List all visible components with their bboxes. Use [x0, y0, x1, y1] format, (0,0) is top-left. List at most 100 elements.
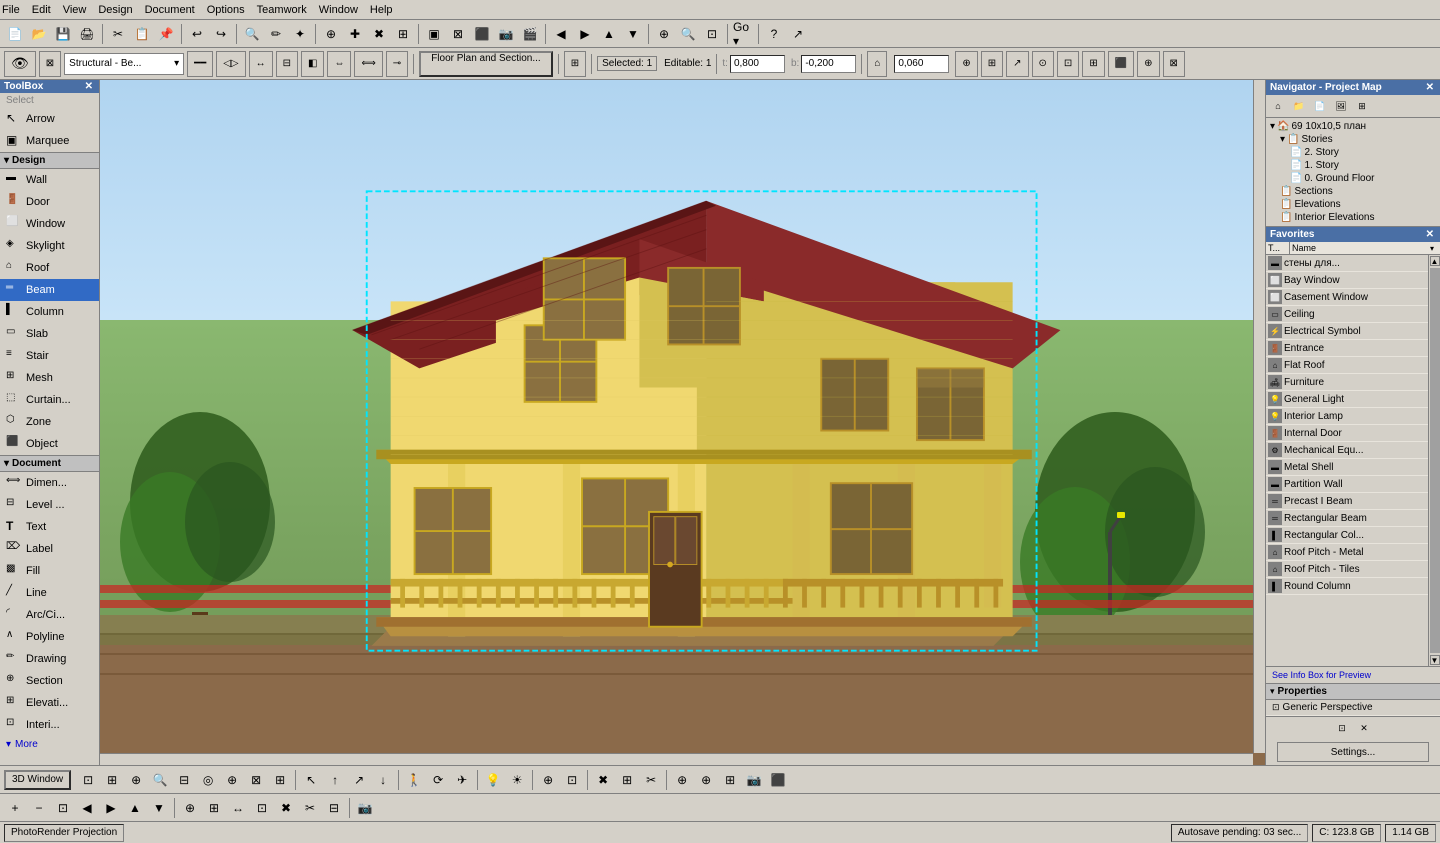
render-button[interactable]: 🎬 — [519, 23, 541, 45]
nav-elevations[interactable]: 📋 Elevations — [1278, 198, 1438, 211]
fav-item-15[interactable]: ═Rectangular Beam — [1266, 510, 1428, 527]
pan-right-btn[interactable]: ▶ — [100, 797, 122, 819]
menu-document[interactable]: Document — [145, 4, 195, 16]
pan-up-btn[interactable]: ▲ — [124, 797, 146, 819]
home-btn[interactable]: ⌂ — [867, 51, 887, 77]
cut-button[interactable]: ✂ — [107, 23, 129, 45]
bbot-5[interactable]: ⊟ — [173, 769, 195, 791]
cut-plane-btn[interactable]: ⊟ — [276, 51, 298, 77]
scroll-up-arrow[interactable]: ▲ — [1430, 256, 1440, 266]
view2-button[interactable]: ⊠ — [447, 23, 469, 45]
tool-section[interactable]: ⊕ Section — [0, 670, 99, 692]
menu-view[interactable]: View — [63, 4, 87, 16]
fav-item-7[interactable]: 🛋Furniture — [1266, 374, 1428, 391]
fav-item-8[interactable]: 💡General Light — [1266, 391, 1428, 408]
menu-options[interactable]: Options — [207, 4, 245, 16]
tool-polyline[interactable]: ∧ Polyline — [0, 626, 99, 648]
tool-fill[interactable]: ▩ Fill — [0, 560, 99, 582]
settings-button[interactable]: Settings... — [1277, 742, 1428, 762]
tool-roof[interactable]: ⌂ Roof — [0, 257, 99, 279]
fav-item-4[interactable]: ⚡Electrical Symbol — [1266, 323, 1428, 340]
menu-design[interactable]: Design — [98, 4, 132, 16]
b2-8[interactable]: 📷 — [354, 797, 376, 819]
prop-collapse-btn[interactable]: ▾ — [1270, 686, 1275, 697]
zoom2-button[interactable]: 🔍 — [677, 23, 699, 45]
viewport-vscroll[interactable] — [1253, 80, 1265, 753]
prop-btn-close[interactable]: ✕ — [1354, 719, 1374, 737]
menu-window[interactable]: Window — [319, 4, 358, 16]
view1-button[interactable]: ▣ — [423, 23, 445, 45]
3d-viewport[interactable] — [100, 80, 1265, 765]
favorites-close[interactable]: ✕ — [1424, 229, 1436, 240]
bbot-cut1[interactable]: ✖ — [592, 769, 614, 791]
bbot-3[interactable]: ⊕ — [125, 769, 147, 791]
fav-item-1[interactable]: ⬜Bay Window — [1266, 272, 1428, 289]
nav-home-btn[interactable]: ⌂ — [1268, 97, 1288, 115]
view-settings-btn[interactable]: ⊞ — [564, 51, 586, 77]
nav1-button[interactable]: ◀ — [550, 23, 572, 45]
menu-help[interactable]: Help — [370, 4, 393, 16]
bbot-1[interactable]: ⊡ — [77, 769, 99, 791]
tool-mesh[interactable]: ⊞ Mesh — [0, 367, 99, 389]
fav-item-2[interactable]: ⬜Casement Window — [1266, 289, 1428, 306]
tool-wall[interactable]: ▬ Wall — [0, 169, 99, 191]
nav-root[interactable]: ▾ 🏠 69 10х10,5 план — [1268, 120, 1438, 133]
pen-button[interactable]: ✏ — [265, 23, 287, 45]
nav-story2[interactable]: 📄 2. Story — [1288, 146, 1438, 159]
prop-btn-1[interactable]: ⊡ — [1332, 719, 1352, 737]
goto-button[interactable]: Go ▾ — [732, 23, 754, 45]
pan-down-btn[interactable]: ▼ — [148, 797, 170, 819]
zoom-in-btn[interactable]: + — [4, 797, 26, 819]
bbot-s2[interactable]: ⊕ — [695, 769, 717, 791]
bbot-cut3[interactable]: ✂ — [640, 769, 662, 791]
nav-btn-7[interactable]: ⊕ — [1137, 51, 1159, 77]
fav-item-13[interactable]: ▬Partition Wall — [1266, 476, 1428, 493]
menu-teamwork[interactable]: Teamwork — [257, 4, 307, 16]
view3-button[interactable]: ⬛ — [471, 23, 493, 45]
structural-dropdown[interactable]: Structural - Be... ▾ — [64, 53, 184, 75]
nav-btn-4[interactable]: ⊡ — [1057, 51, 1079, 77]
3d-window-btn[interactable]: 3D Window — [4, 770, 71, 790]
b2-1[interactable]: ⊕ — [179, 797, 201, 819]
bbot-cut2[interactable]: ⊞ — [616, 769, 638, 791]
modify1-button[interactable]: ⊕ — [320, 23, 342, 45]
tool-text[interactable]: T Text — [0, 516, 99, 538]
tool-zone[interactable]: ⬡ Zone — [0, 411, 99, 433]
transform-btn[interactable]: ↔ — [249, 51, 273, 77]
dim-btn[interactable]: ⟺ — [354, 51, 382, 77]
zoom3-button[interactable]: ⊡ — [701, 23, 723, 45]
b2-2[interactable]: ⊞ — [203, 797, 225, 819]
nav-btn-6[interactable]: ⬛ — [1108, 51, 1134, 77]
extra-coord-value[interactable]: 0,060 — [894, 55, 949, 73]
help-icon-button[interactable]: ? — [763, 23, 785, 45]
fav-item-11[interactable]: ⚙Mechanical Equ... — [1266, 442, 1428, 459]
zoom-out-btn[interactable]: − — [28, 797, 50, 819]
magic-button[interactable]: ✦ — [289, 23, 311, 45]
ref-btn[interactable]: ⊸ — [386, 51, 408, 77]
tool-dimen[interactable]: ⟺ Dimen... — [0, 472, 99, 494]
tool-stair[interactable]: ≡ Stair — [0, 345, 99, 367]
tool-arc[interactable]: ◜ Arc/Ci... — [0, 604, 99, 626]
tool-interi[interactable]: ⊡ Interi... — [0, 714, 99, 736]
nav-btn-5[interactable]: ⊞ — [1082, 51, 1104, 77]
pen-style-btn[interactable]: ━━ — [187, 51, 213, 77]
bbot-2[interactable]: ⊞ — [101, 769, 123, 791]
tool-column[interactable]: ▌ Column — [0, 301, 99, 323]
scroll-down-arrow[interactable]: ▼ — [1430, 655, 1440, 665]
bbot-11[interactable]: ↑ — [324, 769, 346, 791]
structural-view-icon[interactable]: 👁 — [4, 51, 36, 77]
fav-item-5[interactable]: 🚪Entrance — [1266, 340, 1428, 357]
nav3-button[interactable]: ▲ — [598, 23, 620, 45]
fav-item-17[interactable]: ⌂Roof Pitch - Metal — [1266, 544, 1428, 561]
section-btn[interactable]: ◧ — [301, 51, 324, 77]
bbot-13[interactable]: ↓ — [372, 769, 394, 791]
tool-elevati[interactable]: ⊞ Elevati... — [0, 692, 99, 714]
camera-button[interactable]: 📷 — [495, 23, 517, 45]
nav-btn-8[interactable]: ⊠ — [1163, 51, 1185, 77]
fav-item-14[interactable]: ═Precast I Beam — [1266, 493, 1428, 510]
nav-img-btn[interactable]: 🖼 — [1331, 97, 1351, 115]
nav-btn-main[interactable]: ⊞ — [981, 51, 1003, 77]
nav4-button[interactable]: ▼ — [622, 23, 644, 45]
b2-4[interactable]: ⊡ — [251, 797, 273, 819]
navigator-close[interactable]: ✕ — [1424, 82, 1436, 93]
